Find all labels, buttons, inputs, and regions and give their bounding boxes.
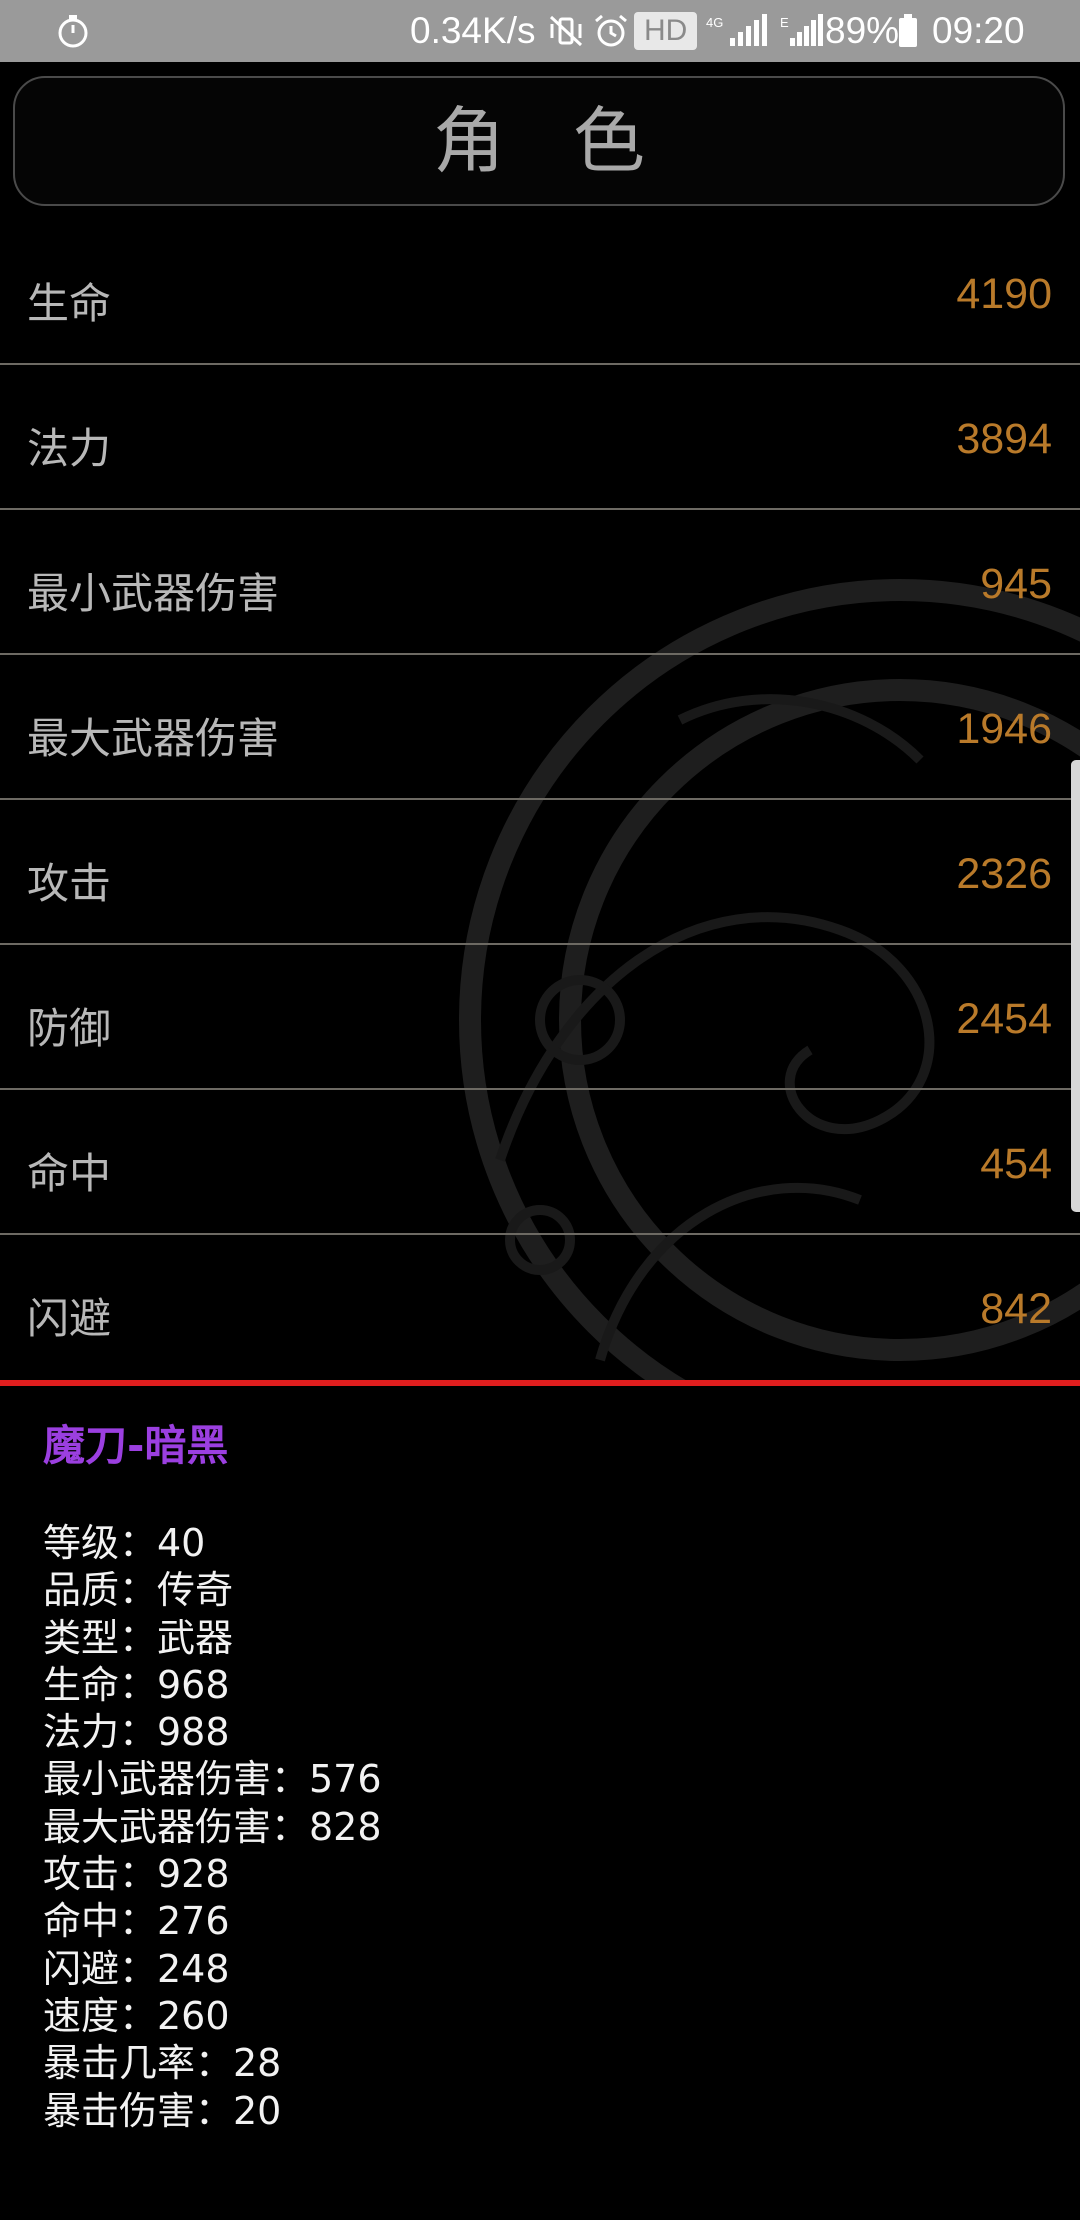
- item-property: 等级：40: [43, 1521, 206, 1565]
- signal-e-icon: E: [780, 14, 823, 46]
- vibrate-mute-icon: [549, 15, 583, 47]
- item-properties: 等级：40 品质：传奇 类型：武器 生命：968 法力：988 最小武器伤害：5…: [43, 1520, 382, 2135]
- item-name: 魔刀-暗黑: [43, 1421, 229, 1470]
- item-property: 暴击伤害：20: [43, 2088, 282, 2133]
- item-property: 闪避：248: [43, 1946, 230, 1991]
- stat-label: 生命: [27, 279, 112, 328]
- clock-time: 09:20: [932, 10, 1025, 51]
- stat-label: 最大武器伤害: [27, 714, 280, 763]
- stat-label: 最小武器伤害: [27, 569, 280, 618]
- stat-label: 攻击: [27, 859, 112, 908]
- stat-label: 防御: [27, 1004, 112, 1053]
- item-property: 品质：传奇: [43, 1568, 234, 1613]
- section-divider: [0, 1380, 1080, 1386]
- signal-4g-icon: 4G: [706, 14, 767, 46]
- stat-row: 生命 4190: [0, 220, 1080, 365]
- page-header: 角色: [13, 76, 1065, 206]
- network-speed: 0.34K/s: [410, 10, 536, 51]
- item-property: 暴击几率：28: [43, 2041, 282, 2086]
- battery-icon: [899, 14, 917, 47]
- item-property: 类型：武器: [43, 1615, 234, 1660]
- scrollbar-thumb[interactable]: [1071, 760, 1080, 1212]
- signal-1-label: 4G: [706, 15, 723, 30]
- stat-label: 法力: [27, 424, 112, 473]
- stat-row: 命中 454: [0, 1090, 1080, 1235]
- hd-voice-badge: HD: [634, 12, 698, 50]
- stat-value: 4190: [956, 270, 1052, 318]
- stat-row: 防御 2454: [0, 945, 1080, 1090]
- stat-value: 2326: [956, 850, 1052, 898]
- stat-label: 命中: [27, 1149, 112, 1198]
- stat-label: 闪避: [27, 1294, 112, 1343]
- alarm-icon: [595, 14, 627, 47]
- item-property: 速度：260: [43, 1993, 230, 2038]
- stat-value: 945: [980, 560, 1052, 608]
- item-property: 最大武器伤害：828: [43, 1804, 382, 1849]
- stat-value: 842: [980, 1285, 1052, 1333]
- item-property: 命中：276: [43, 1899, 230, 1944]
- item-property: 最小武器伤害：576: [43, 1757, 382, 1802]
- stats-list[interactable]: 生命 4190 法力 3894 最小武器伤害 945 最大武器伤害 1946 攻…: [0, 220, 1080, 1382]
- item-property: 生命：968: [43, 1662, 230, 1707]
- character-screen: 0.34K/s HD 4G E 89% 09:20 角色 生命 4190 法力 …: [0, 0, 1080, 2220]
- stat-value: 1946: [956, 705, 1052, 753]
- stat-row: 闪避 842: [0, 1235, 1080, 1380]
- page-title: 角色: [432, 99, 713, 183]
- stat-row: 法力 3894: [0, 365, 1080, 510]
- stat-value: 2454: [956, 995, 1052, 1043]
- stopwatch-icon: [58, 15, 88, 48]
- signal-2-label: E: [780, 15, 789, 30]
- status-bar: 0.34K/s HD 4G E 89% 09:20: [0, 0, 1080, 62]
- stat-row: 最小武器伤害 945: [0, 510, 1080, 655]
- stat-row: 攻击 2326: [0, 800, 1080, 945]
- stat-row: 最大武器伤害 1946: [0, 655, 1080, 800]
- item-property: 攻击：928: [43, 1852, 230, 1897]
- stat-value: 3894: [956, 415, 1052, 463]
- battery-percent: 89%: [825, 10, 900, 51]
- item-property: 法力：988: [43, 1710, 230, 1755]
- stat-value: 454: [980, 1140, 1052, 1188]
